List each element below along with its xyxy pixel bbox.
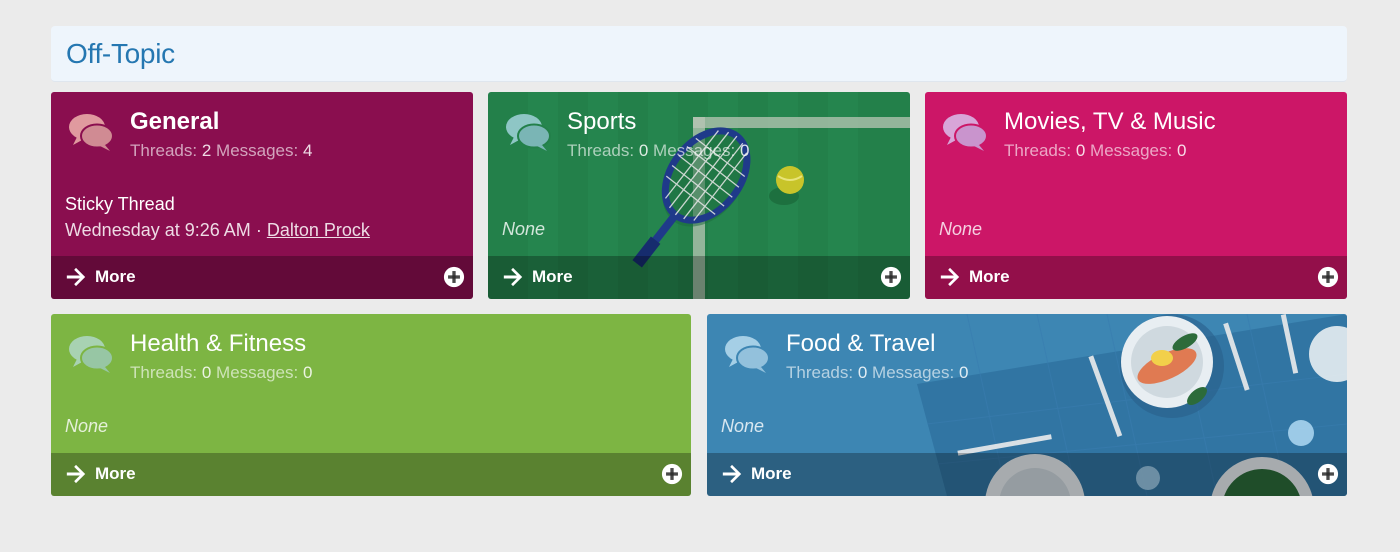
- chat-bubbles-icon: [506, 114, 551, 151]
- arrow-right-icon: [65, 266, 87, 288]
- node-title[interactable]: Health & Fitness: [130, 330, 306, 358]
- category-title[interactable]: Off-Topic: [66, 38, 175, 70]
- plus-circle-icon[interactable]: [1317, 266, 1339, 288]
- forum-node-general: General Threads: 2 Messages: 4 Sticky Th…: [51, 92, 473, 299]
- latest-thread-time: Wednesday at 9:26 AM: [65, 220, 251, 240]
- more-button[interactable]: More: [65, 463, 136, 485]
- latest-thread-title[interactable]: Sticky Thread: [65, 194, 175, 215]
- forum-node-movies-tv-music: Movies, TV & Music Threads: 0 Messages: …: [925, 92, 1347, 299]
- node-footer: More: [51, 453, 691, 496]
- node-footer: More: [925, 256, 1347, 299]
- more-button[interactable]: More: [721, 463, 792, 485]
- latest-none: None: [721, 416, 765, 436]
- category-header: Off-Topic: [51, 26, 1347, 82]
- arrow-right-icon: [502, 266, 524, 288]
- more-button[interactable]: More: [65, 266, 136, 288]
- node-title[interactable]: Sports: [567, 108, 636, 136]
- forum-node-health-fitness: Health & Fitness Threads: 0 Messages: 0 …: [51, 314, 691, 496]
- arrow-right-icon: [65, 463, 87, 485]
- node-stats: Threads: 0 Messages: 0: [567, 141, 750, 160]
- chat-bubbles-icon: [69, 336, 114, 373]
- node-footer: More: [488, 256, 910, 299]
- node-stats: Threads: 0 Messages: 0: [786, 363, 969, 382]
- node-stats: Threads: 2 Messages: 4: [130, 141, 313, 160]
- plus-circle-icon[interactable]: [880, 266, 902, 288]
- plus-circle-icon[interactable]: [443, 266, 465, 288]
- forum-node-sports: Sports Threads: 0 Messages: 0 None More: [488, 92, 910, 299]
- more-button[interactable]: More: [502, 266, 573, 288]
- chat-bubbles-icon: [725, 336, 770, 373]
- node-footer: More: [707, 453, 1347, 496]
- arrow-right-icon: [939, 266, 961, 288]
- node-footer: More: [51, 256, 473, 299]
- chat-bubbles-icon: [943, 114, 988, 151]
- latest-none: None: [65, 416, 109, 436]
- arrow-right-icon: [721, 463, 743, 485]
- chat-bubbles-icon: [69, 114, 114, 151]
- node-title[interactable]: Food & Travel: [786, 330, 935, 358]
- latest-thread-user-link[interactable]: Dalton Prock: [267, 220, 370, 240]
- forum-node-food-travel: Food & Travel Threads: 0 Messages: 0 Non…: [707, 314, 1347, 496]
- latest-none: None: [939, 219, 983, 239]
- node-stats: Threads: 0 Messages: 0: [130, 363, 313, 382]
- latest-none: None: [502, 219, 546, 239]
- node-stats: Threads: 0 Messages: 0: [1004, 141, 1187, 160]
- latest-thread-meta: Wednesday at 9:26 AM · Dalton Prock: [65, 220, 370, 240]
- node-title[interactable]: General: [130, 108, 219, 136]
- node-title[interactable]: Movies, TV & Music: [1004, 108, 1216, 136]
- plus-circle-icon[interactable]: [1317, 463, 1339, 485]
- more-button[interactable]: More: [939, 266, 1010, 288]
- plus-circle-icon[interactable]: [661, 463, 683, 485]
